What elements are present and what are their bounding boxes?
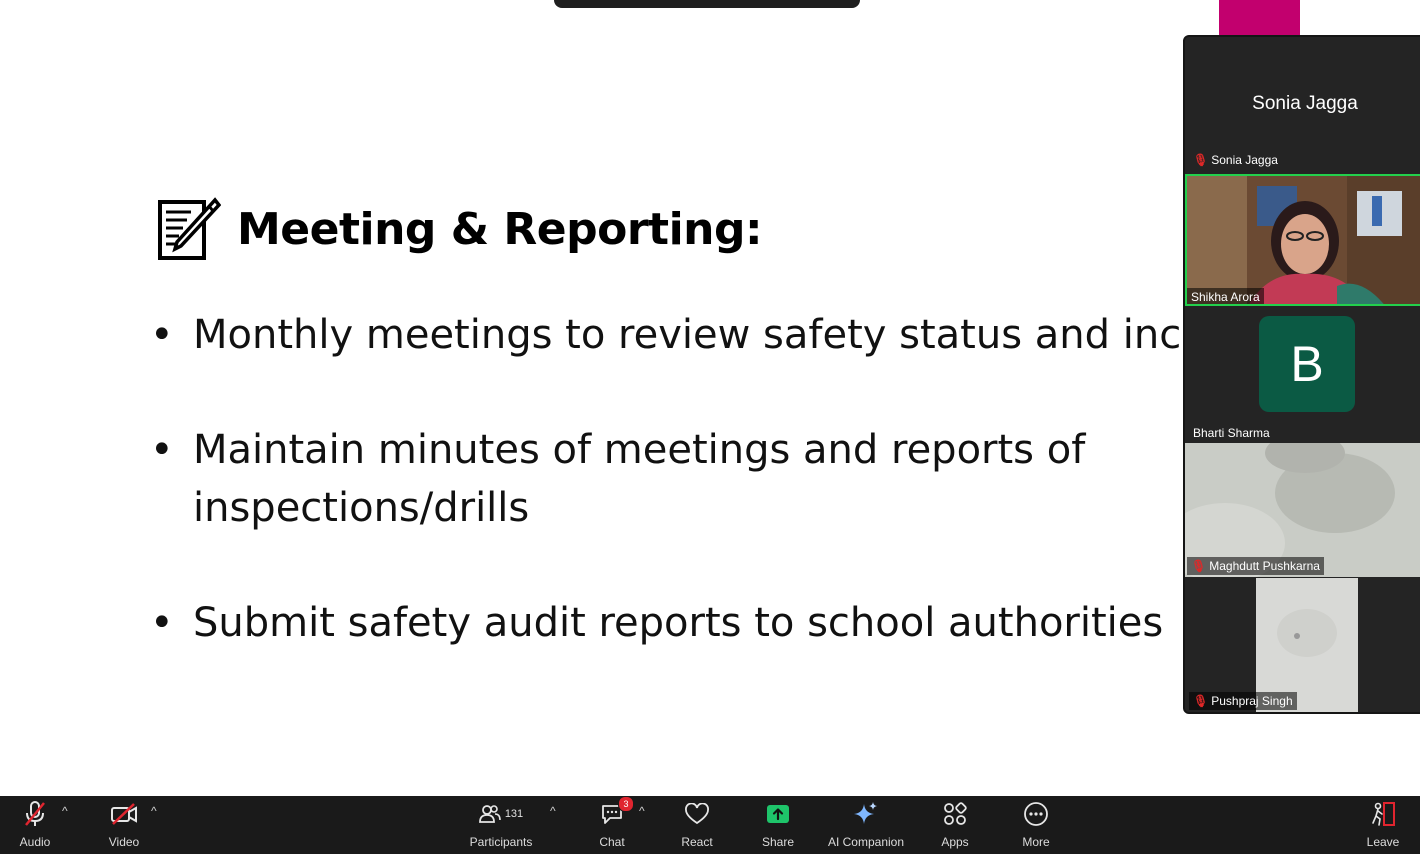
camera-off-icon (110, 799, 138, 829)
bullet-text: inspections/drills (193, 485, 530, 531)
muted-mic-icon: 🎙︎ (1193, 694, 1209, 708)
participant-name: Bharti Sharma (1193, 426, 1270, 440)
share-label: Share (761, 835, 795, 849)
bullet-dot: • (150, 312, 174, 358)
participants-button[interactable]: 131 Participants (460, 796, 542, 854)
participant-name: Shikha Arora (1191, 290, 1260, 304)
memo-icon (158, 197, 221, 260)
shared-screen: Meeting & Reporting: • Monthly meetings … (0, 0, 1183, 796)
chat-options-caret[interactable]: ^ (639, 804, 645, 818)
leave-label: Leave (1366, 835, 1400, 849)
more-icon (1023, 799, 1049, 829)
chat-unread-badge: 3 (618, 796, 634, 812)
leave-icon (1370, 799, 1396, 829)
participants-label: Participants (469, 835, 533, 849)
window-accent-bar (1219, 0, 1300, 36)
participant-name-tag: 🎙︎ Maghdutt Pushkarna (1187, 557, 1324, 575)
bullet-text: Maintain minutes of meetings and reports… (193, 427, 1086, 473)
video-button[interactable]: Video (102, 796, 146, 854)
bullet-text: Submit safety audit reports to school au… (193, 600, 1164, 646)
share-button[interactable]: Share (756, 796, 800, 854)
participants-icon: 131 (478, 799, 524, 829)
participant-tile[interactable]: 🎙︎ Maghdutt Pushkarna (1185, 443, 1420, 577)
muted-mic-icon: 🎙︎ (1191, 559, 1207, 573)
audio-label: Audio (19, 835, 51, 849)
participant-name: Sonia Jagga (1211, 153, 1278, 167)
video-label: Video (108, 835, 140, 849)
meeting-toolbar: Audio ^ Video ^ 131 Participants ^ 3 Cha… (0, 796, 1420, 854)
participant-tile[interactable]: 🎙︎ Pushpraj Singh (1187, 578, 1420, 712)
participant-name-tag: Bharti Sharma (1189, 424, 1274, 442)
participant-tile[interactable]: B Bharti Sharma (1187, 308, 1420, 442)
sparkle-icon (853, 799, 879, 829)
apps-icon (943, 799, 967, 829)
react-label: React (681, 835, 713, 849)
chat-icon: 3 (600, 796, 634, 829)
share-screen-icon (766, 799, 790, 829)
slide-heading: Meeting & Reporting: (237, 203, 763, 255)
participant-name-tag: 🎙︎ Sonia Jagga (1189, 151, 1282, 169)
participant-video (1187, 176, 1420, 304)
apps-button[interactable]: Apps (936, 796, 974, 854)
participant-tile-active-speaker[interactable]: Shikha Arora (1185, 174, 1420, 306)
audio-options-caret[interactable]: ^ (62, 804, 68, 818)
participant-gallery[interactable]: Sonia Jagga 🎙︎ Sonia Jagga Shikha Arora … (1183, 35, 1420, 714)
participants-options-caret[interactable]: ^ (550, 804, 556, 818)
avatar: B (1259, 316, 1355, 412)
bullet-text: Monthly meetings to review safety status… (193, 312, 1183, 358)
participant-name-tag: 🎙︎ Pushpraj Singh (1189, 692, 1297, 710)
ai-companion-label: AI Companion (827, 835, 905, 849)
participant-display-name: Sonia Jagga (1252, 93, 1358, 114)
video-options-caret[interactable]: ^ (151, 804, 157, 818)
chat-label: Chat (599, 835, 625, 849)
apps-label: Apps (941, 835, 969, 849)
more-label: More (1022, 835, 1050, 849)
heart-icon (684, 799, 710, 829)
more-button[interactable]: More (1016, 796, 1056, 854)
leave-button[interactable]: Leave (1362, 796, 1404, 854)
react-button[interactable]: React (676, 796, 718, 854)
ai-companion-button[interactable]: AI Companion (824, 796, 908, 854)
participant-name: Pushpraj Singh (1211, 694, 1293, 708)
audio-button[interactable]: Audio (14, 796, 56, 854)
slide-title: Meeting & Reporting: (157, 196, 763, 262)
participant-name: Maghdutt Pushkarna (1209, 559, 1320, 573)
muted-mic-icon: 🎙︎ (1193, 153, 1209, 167)
participant-name-tag: Shikha Arora (1187, 288, 1264, 304)
mic-muted-icon (22, 799, 48, 829)
chat-button[interactable]: 3 Chat (594, 796, 634, 854)
bullet-dot: • (150, 600, 174, 646)
bullet-dot: • (150, 427, 174, 473)
participants-count: 131 (504, 808, 524, 820)
participant-tile[interactable]: Sonia Jagga 🎙︎ Sonia Jagga (1187, 37, 1420, 173)
